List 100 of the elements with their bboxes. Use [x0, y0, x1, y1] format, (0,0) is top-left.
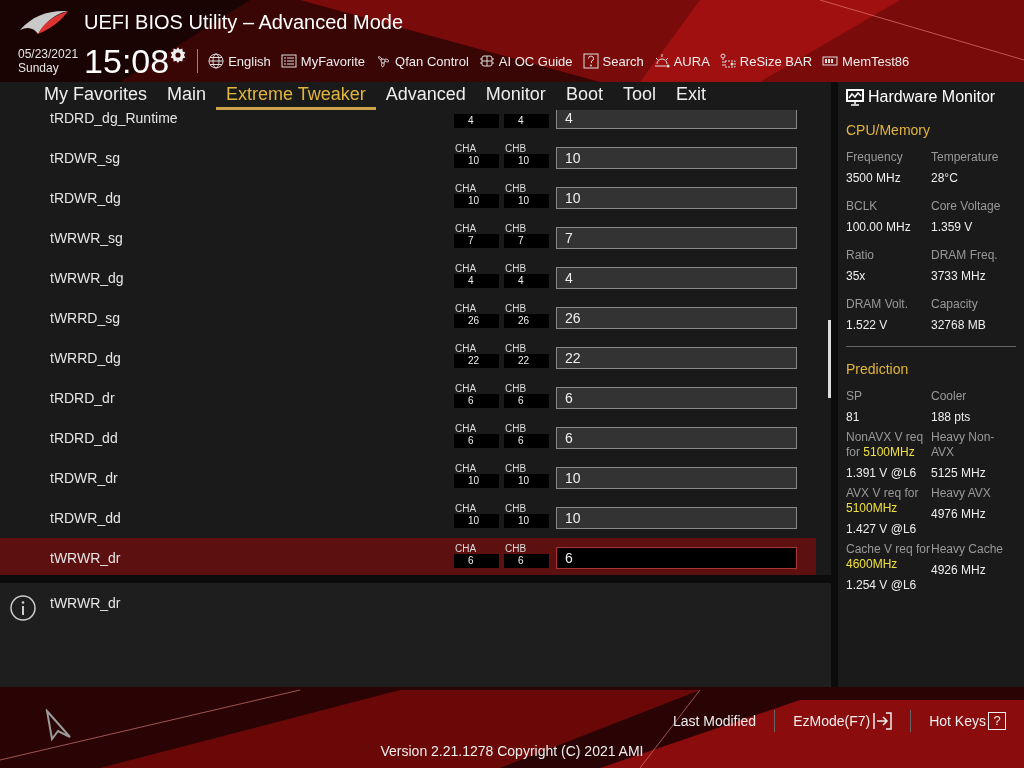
menu-tab[interactable]: Main: [157, 82, 217, 110]
scrollbar-thumb[interactable]: [828, 320, 831, 398]
value-field[interactable]: 6: [556, 387, 797, 409]
metric-label: Ratio: [846, 248, 875, 263]
setting-label: tRDWR_dd: [50, 510, 122, 526]
menu-tab[interactable]: Boot: [555, 82, 613, 110]
list-icon: [280, 53, 297, 69]
toolbar-button[interactable]: English: [208, 53, 271, 69]
metric-value: 81: [846, 410, 861, 424]
setting-row[interactable]: tWRRD_dg CHA 22 CHB 22 22: [0, 338, 816, 378]
channel-value: 7: [504, 234, 549, 248]
date-text: 05/23/2021: [18, 47, 79, 61]
day-text: Sunday: [18, 61, 60, 75]
setting-label: tRDWR_sg: [50, 150, 121, 166]
channel-label: CHB: [505, 183, 528, 194]
metric-value: 1.522 V: [846, 318, 889, 332]
value-field[interactable]: 10: [556, 467, 797, 489]
setting-row[interactable]: tWRRD_sg CHA 26 CHB 26 26: [0, 298, 816, 338]
metric-label: AVX V req for 5100MHz: [846, 486, 920, 516]
metric-value: 1.427 V @L6: [846, 522, 918, 536]
setting-row[interactable]: tRDWR_dd CHA 10 CHB 10 10: [0, 498, 816, 538]
setting-label: tWRWR_dr: [50, 550, 122, 566]
setting-row[interactable]: tRDRD_dr CHA 6 CHB 6 6: [0, 378, 816, 418]
channel-value: 6: [454, 554, 499, 568]
section-title: CPU/Memory: [846, 122, 931, 138]
help-text: tWRWR_dr: [50, 595, 121, 613]
selected-row[interactable]: tWRWR_dr CHA 6 CHB 6 6: [0, 538, 816, 575]
setting-row[interactable]: tRDRD_dg_Runtime 4 4 4: [0, 110, 816, 138]
channel-value: 10: [504, 154, 549, 168]
channel-value: 10: [504, 194, 549, 208]
menu-tab[interactable]: Advanced: [375, 82, 476, 110]
value-field[interactable]: 4: [556, 267, 797, 289]
channel-value: 10: [454, 194, 499, 208]
value-field[interactable]: 22: [556, 347, 797, 369]
last-modified-button[interactable]: Last Modified: [664, 713, 765, 729]
channel-value: 6: [504, 394, 549, 408]
value-field[interactable]: 6: [556, 427, 797, 449]
menu-tab[interactable]: Monitor: [475, 82, 556, 110]
setting-row[interactable]: tRDWR_sg CHA 10 CHB 10 10: [0, 138, 816, 178]
clock-text: 15:08: [84, 44, 170, 78]
value-field[interactable]: 6: [556, 547, 797, 569]
metric-value: 3733 MHz: [931, 269, 987, 283]
toolbar-button[interactable]: AI OC Guide: [478, 53, 573, 69]
logo-icon: [44, 709, 72, 741]
value-field[interactable]: 4: [556, 110, 797, 129]
toolbar-button[interactable]: AURA: [653, 53, 710, 69]
ezmode-button[interactable]: EzMode(F7): [785, 712, 901, 730]
metric-label: Heavy Non-AVX: [931, 430, 996, 460]
metric-value: 35x: [846, 269, 867, 283]
channel-label: CHA: [455, 423, 478, 434]
metric-label: Temperature: [931, 150, 1000, 165]
channel-label: CHA: [455, 303, 478, 314]
channel-value: 10: [504, 474, 549, 488]
chip-icon: [478, 53, 495, 69]
globe-icon: [208, 53, 225, 69]
setting-row[interactable]: tRDWR_dr CHA 10 CHB 10 10: [0, 458, 816, 498]
toolbar-button[interactable]: Search: [582, 53, 644, 69]
settings-icon[interactable]: [169, 46, 188, 64]
hot-keys-button[interactable]: Hot Keys ?: [921, 712, 1014, 730]
toolbar-button[interactable]: MyFavorite: [280, 53, 366, 69]
metric-label: NonAVX V req for 5100MHz: [846, 430, 925, 460]
setting-row[interactable]: tWRWR_sg CHA 7 CHB 7 7: [0, 218, 816, 258]
setting-row[interactable]: tRDWR_dg CHA 10 CHB 10 10: [0, 178, 816, 218]
setting-row[interactable]: tWRWR_dg CHA 4 CHB 4 4: [0, 258, 816, 298]
metric-value: 4976 MHz: [931, 507, 987, 521]
channel-value: 10: [454, 474, 499, 488]
setting-label: tRDRD_dg_Runtime: [50, 110, 179, 126]
channel-label: CHB: [505, 383, 528, 394]
metric-label: Frequency: [846, 150, 904, 165]
fan-icon: [375, 53, 392, 69]
setting-row[interactable]: tRDRD_dd CHA 6 CHB 6 6: [0, 418, 816, 458]
channel-label: CHB: [505, 423, 528, 434]
metric-value: 3500 MHz: [846, 171, 902, 185]
toolbar-button[interactable]: ReSize BAR: [719, 53, 813, 69]
menu-tab[interactable]: My Favorites: [34, 82, 158, 110]
value-field[interactable]: 10: [556, 187, 797, 209]
toolbar-button[interactable]: Qfan Control: [375, 53, 469, 69]
value-field[interactable]: 7: [556, 227, 797, 249]
channel-value: 6: [504, 554, 549, 568]
value-field[interactable]: 26: [556, 307, 797, 329]
channel-value: 4: [504, 114, 549, 128]
menu-tab[interactable]: Tool: [612, 82, 666, 110]
metric-label: Cache V req for 4600MHz: [846, 542, 931, 572]
channel-value: 6: [454, 394, 499, 408]
menu-tab[interactable]: Exit: [665, 82, 716, 110]
metric-label: Heavy Cache: [931, 542, 1005, 557]
window-title: UEFI BIOS Utility – Advanced Mode: [84, 10, 404, 34]
metric-value: 4926 MHz: [931, 563, 987, 577]
setting-label: tWRRD_dg: [50, 350, 122, 366]
light-icon: [653, 53, 670, 69]
value-field[interactable]: 10: [556, 507, 797, 529]
channel-value: 22: [504, 354, 549, 368]
channel-label: CHA: [455, 503, 478, 514]
value-field[interactable]: 10: [556, 147, 797, 169]
channel-label: CHB: [505, 223, 528, 234]
channel-value: 4: [504, 274, 549, 288]
channel-value: 7: [454, 234, 499, 248]
metric-label: SP: [846, 389, 863, 404]
help-icon: [582, 53, 599, 69]
toolbar-button[interactable]: MemTest86: [822, 53, 910, 69]
